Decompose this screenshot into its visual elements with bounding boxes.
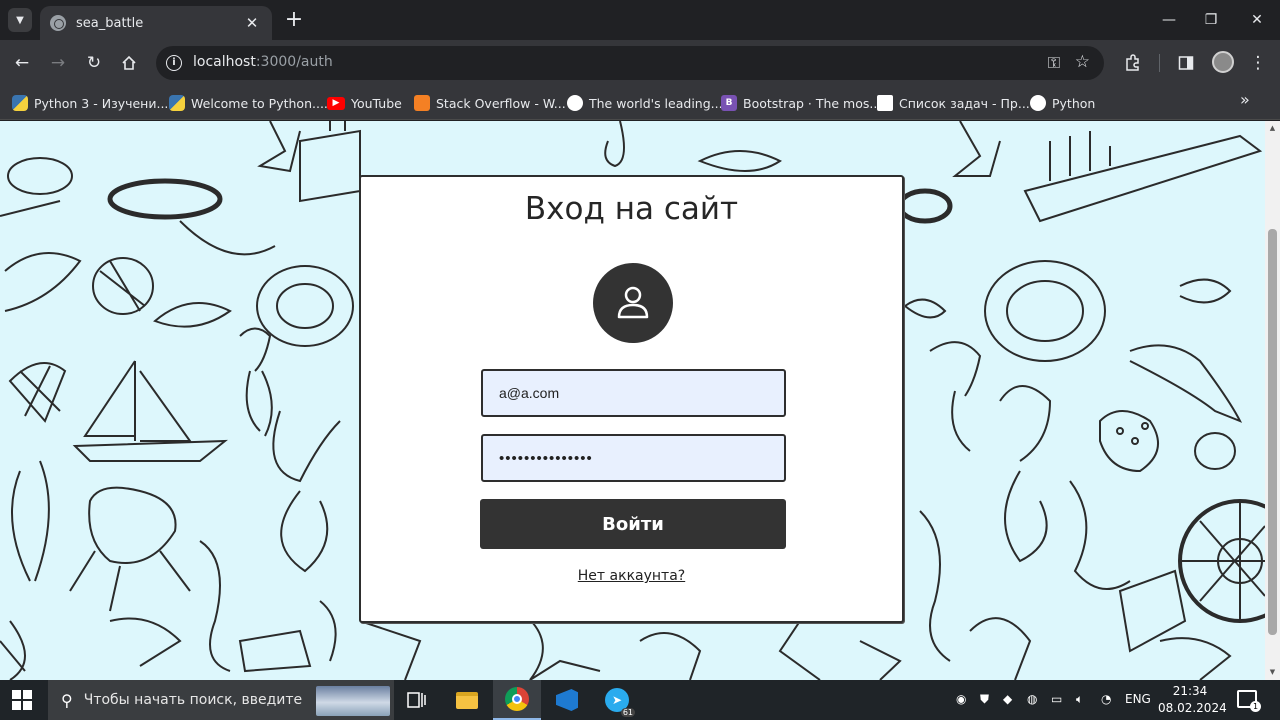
app-tray-icon[interactable]: ◆ (1003, 692, 1012, 706)
back-button[interactable]: ← (10, 51, 34, 75)
bookmarks-bar: Python 3 - Изучени... Welcome to Python.… (0, 86, 1280, 120)
task-view-button[interactable] (393, 680, 441, 720)
clock-date: 08.02.2024 (1158, 701, 1227, 715)
clock-time: 21:34 (1172, 684, 1208, 698)
chrome-icon (505, 687, 529, 711)
password-field[interactable]: ••••••••••••••• (481, 434, 786, 482)
register-link[interactable]: Нет аккаунта? (361, 568, 902, 584)
more-bookmarks-button[interactable]: » (1240, 90, 1250, 109)
search-highlight-image (316, 686, 390, 716)
url-text: localhost:3000/auth (193, 54, 333, 70)
taskbar-search[interactable]: ⚲ Чтобы начать поиск, введите (48, 680, 394, 720)
bookmark-item[interactable]: Welcome to Python.... (169, 93, 328, 113)
new-tab-button[interactable]: + (282, 8, 306, 32)
page-title: Вход на сайт (524, 191, 739, 227)
more-vert-icon: ⋮ (1249, 53, 1267, 73)
python-icon (12, 95, 28, 111)
bookmark-item[interactable]: ▶ YouTube (327, 93, 402, 113)
site-info-icon[interactable]: i (166, 55, 182, 71)
network-globe-icon[interactable]: ◍ (1027, 692, 1037, 706)
start-button[interactable] (12, 690, 32, 710)
arrow-left-icon: ← (14, 53, 30, 73)
home-button[interactable] (117, 51, 141, 75)
address-bar[interactable]: i localhost:3000/auth ⚿ ☆ (156, 46, 1104, 80)
user-icon (617, 286, 649, 319)
tab-strip: ▼ sea_battle ✕ + — ❐ ✕ (0, 0, 1280, 40)
windows-logo-icon (12, 690, 21, 699)
bookmark-star-icon[interactable]: ☆ (1075, 52, 1090, 72)
vscode-taskbar-button[interactable] (543, 680, 591, 720)
discord-icon[interactable]: ◉ (956, 692, 966, 706)
extensions-button[interactable] (1121, 51, 1145, 75)
scrollbar-thumb[interactable] (1268, 229, 1277, 635)
tab-title: sea_battle (76, 15, 144, 31)
search-placeholder: Чтобы начать поиск, введите (83, 692, 303, 708)
youtube-icon: ▶ (327, 96, 345, 110)
user-avatar (593, 263, 673, 343)
scroll-down-icon[interactable]: ▼ (1268, 668, 1277, 677)
home-icon (122, 55, 136, 70)
notification-count: 1 (1250, 701, 1261, 712)
scroll-up-icon[interactable]: ▲ (1268, 124, 1277, 133)
telegram-unread-badge: 61 (620, 708, 635, 717)
minimize-button[interactable]: — (1146, 0, 1192, 40)
search-icon: ⚲ (61, 690, 73, 710)
side-panel-icon (1178, 56, 1194, 70)
reload-icon: ↻ (86, 53, 102, 73)
tasklist-icon (877, 95, 893, 111)
password-key-icon[interactable]: ⚿ (1048, 53, 1060, 73)
bookmark-item[interactable]: The world's leading... (567, 93, 723, 113)
telegram-taskbar-button[interactable]: ➤ 61 (593, 680, 641, 720)
chrome-taskbar-button[interactable] (493, 680, 541, 720)
globe-icon (50, 15, 66, 31)
telegram-icon: ➤ 61 (605, 688, 635, 717)
toolbar-divider (1159, 54, 1160, 72)
bookmark-item[interactable]: Список задач - Пр... (877, 93, 1030, 113)
menu-button[interactable]: ⋮ (1246, 51, 1270, 75)
wifi-icon[interactable]: ◔ (1101, 692, 1111, 706)
language-indicator[interactable]: ENG (1125, 692, 1151, 706)
email-field[interactable]: a@a.com (481, 369, 786, 417)
puzzle-icon (1126, 54, 1139, 71)
system-clock[interactable]: 21:34 08.02.2024 (1158, 683, 1227, 717)
tab-search-button[interactable]: ▼ (8, 8, 32, 32)
python-icon (169, 95, 185, 111)
shield-icon[interactable]: ⛊ (980, 692, 989, 707)
reload-button[interactable]: ↻ (82, 51, 106, 75)
tab-sea-battle[interactable]: sea_battle ✕ (40, 6, 272, 40)
folder-icon (456, 691, 478, 709)
windows-taskbar: ⚲ Чтобы начать поиск, введите ➤ 61 ◉ ⛊ ◆ … (0, 680, 1280, 720)
vscode-icon (556, 689, 578, 711)
browser-toolbar: ← → ↻ i localhost:3000/auth ⚿ ☆ ⋮ (0, 40, 1280, 86)
bookmark-item[interactable]: Python (1030, 93, 1095, 113)
battery-icon[interactable]: ▭ (1051, 692, 1062, 706)
task-view-icon (407, 692, 426, 708)
close-tab-icon[interactable]: ✕ (242, 14, 262, 32)
bookmark-item[interactable]: Python 3 - Изучени... (12, 93, 168, 113)
volume-icon[interactable]: 🔈︎ (1076, 692, 1083, 707)
forward-button[interactable]: → (46, 51, 70, 75)
profile-avatar[interactable] (1212, 51, 1234, 73)
bookmark-item[interactable]: Stack Overflow - W... (414, 93, 566, 113)
bootstrap-icon: B (721, 95, 737, 111)
login-card: Вход на сайт a@a.com ••••••••••••••• Вой… (359, 175, 904, 623)
python-icon (1030, 95, 1046, 111)
bookmark-item[interactable]: B Bootstrap · The mos... (721, 93, 881, 113)
password-value: ••••••••••••••• (499, 449, 593, 467)
page-viewport: Вход на сайт a@a.com ••••••••••••••• Вой… (0, 121, 1265, 680)
page-scrollbar[interactable]: ▲ ▼ (1265, 121, 1280, 680)
restore-button[interactable]: ❐ (1188, 0, 1234, 40)
arrow-right-icon: → (50, 53, 66, 73)
close-window-button[interactable]: ✕ (1234, 0, 1280, 40)
chevron-down-icon: ▼ (16, 14, 24, 26)
side-panel-button[interactable] (1174, 51, 1198, 75)
login-button-label: Войти (602, 513, 664, 535)
github-icon (567, 95, 583, 111)
email-value: a@a.com (499, 385, 560, 401)
login-button[interactable]: Войти (480, 499, 786, 549)
file-explorer-button[interactable] (443, 680, 491, 720)
notification-center-button[interactable]: 1 (1237, 690, 1261, 712)
stackoverflow-icon (414, 95, 430, 111)
